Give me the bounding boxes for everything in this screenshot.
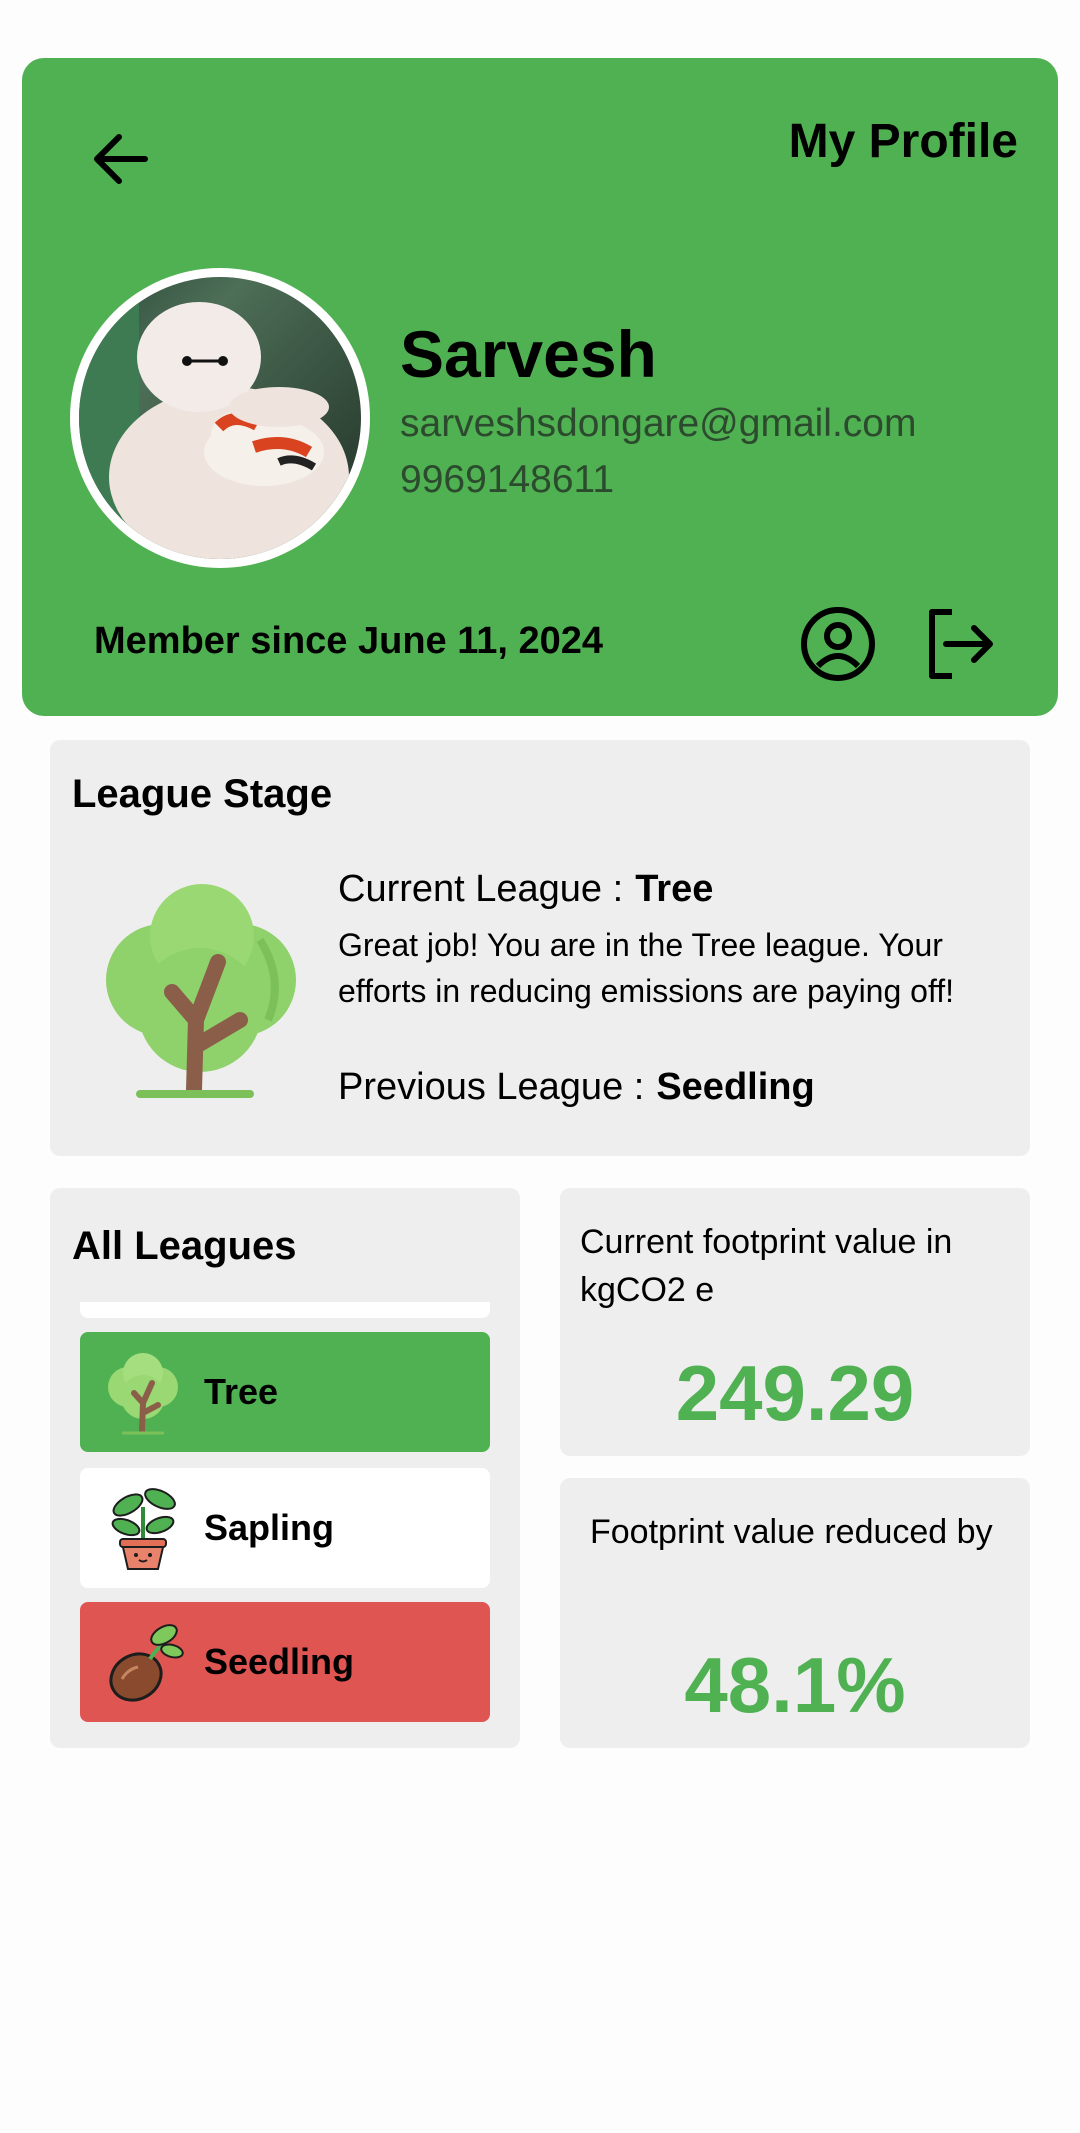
- previous-league-label: Previous League :: [338, 1066, 645, 1108]
- league-item-seedling[interactable]: Seedling: [80, 1602, 490, 1722]
- footprint-value-card: Current footprint value in kgCO2 e 249.2…: [560, 1188, 1030, 1456]
- league-item-tree[interactable]: Tree: [80, 1332, 490, 1452]
- list-item: [80, 1302, 490, 1318]
- sapling-icon: [111, 1488, 176, 1570]
- all-leagues-card: All Leagues Tree Sapling Seedling: [50, 1188, 520, 1748]
- footprint-reduced-label: Footprint value reduced by: [590, 1513, 993, 1551]
- league-item-label: Seedling: [204, 1641, 355, 1682]
- user-phone: 9969148611: [400, 458, 615, 501]
- back-button[interactable]: [66, 104, 176, 214]
- current-league: Current League : Tree: [338, 868, 713, 911]
- arrow-left-icon: [94, 134, 148, 184]
- edit-profile-button[interactable]: [792, 598, 884, 690]
- user-email: sarveshsdongare@gmail.com: [400, 402, 917, 445]
- footprint-reduced-value: 48.1%: [684, 1641, 906, 1729]
- league-item-label: Tree: [204, 1371, 279, 1412]
- tree-icon: [106, 884, 296, 1098]
- user-name: Sarvesh: [400, 317, 657, 391]
- previous-league-value: Seedling: [656, 1066, 815, 1108]
- footprint-reduced-card: Footprint value reduced by 48.1%: [560, 1478, 1030, 1748]
- league-message: Great job! You are in the Tree league. Y…: [338, 927, 955, 1009]
- page-title: My Profile: [788, 115, 1018, 168]
- avatar: [70, 268, 370, 568]
- seedling-icon: [109, 1624, 184, 1702]
- previous-league: Previous League : Seedling: [338, 1066, 815, 1109]
- avatar-image: [79, 277, 361, 559]
- member-since: Member since June 11, 2024: [94, 620, 604, 662]
- footprint-value: 249.29: [675, 1349, 915, 1437]
- logout-icon: [929, 609, 993, 679]
- footprint-value-label: Current footprint value in kgCO2 e: [580, 1223, 953, 1309]
- league-stage-heading: League Stage: [72, 772, 333, 816]
- current-league-value: Tree: [635, 868, 714, 910]
- league-stage-card: League Stage Current League : Tree Great …: [50, 740, 1030, 1156]
- logout-button[interactable]: [914, 598, 1006, 690]
- league-item-sapling[interactable]: Sapling: [80, 1468, 490, 1588]
- tree-icon: [108, 1353, 178, 1435]
- current-league-label: Current League :: [338, 868, 624, 910]
- all-leagues-heading: All Leagues: [72, 1224, 297, 1268]
- league-item-label: Sapling: [204, 1507, 335, 1548]
- profile-header-card: My Profile Sarvesh sarveshsdongare@gmail…: [22, 58, 1058, 716]
- user-circle-icon: [801, 607, 875, 681]
